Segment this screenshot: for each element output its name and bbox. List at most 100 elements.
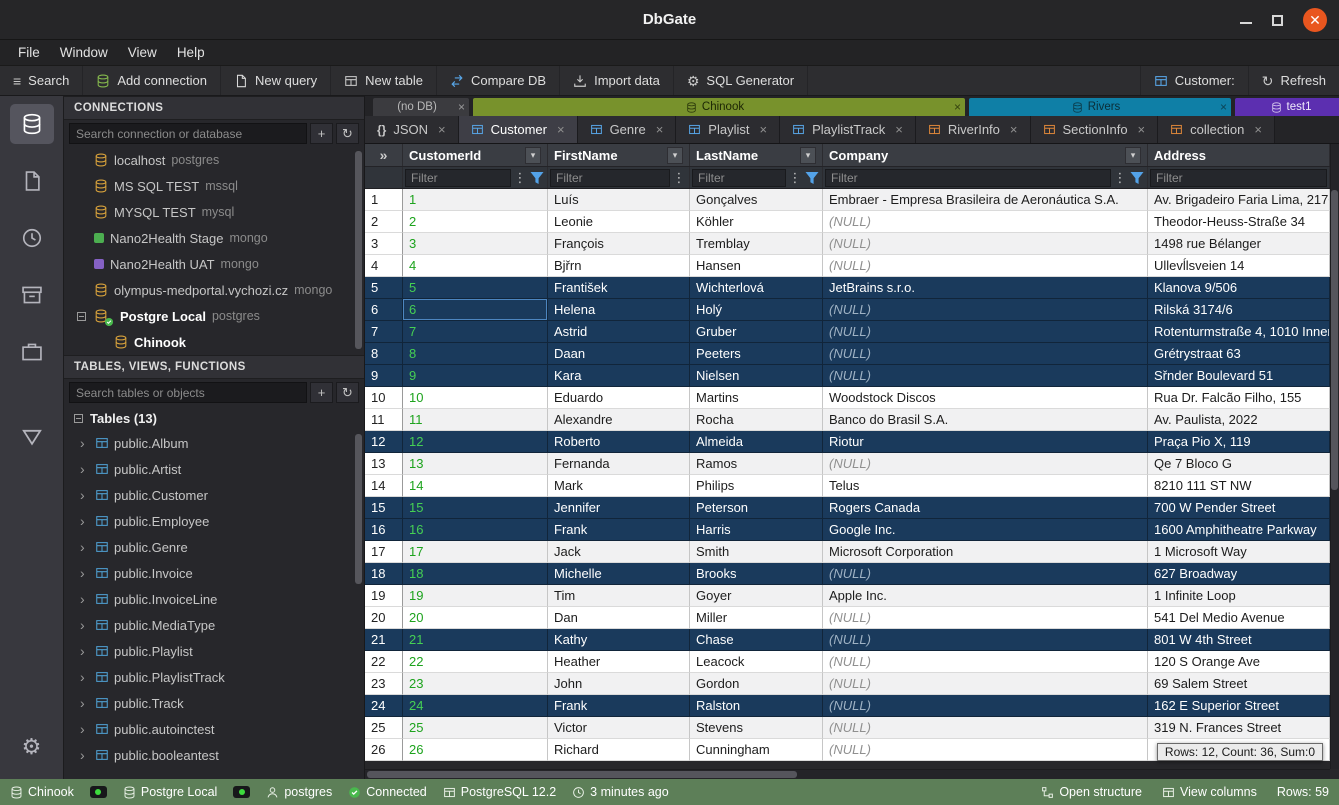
table-item-public-album[interactable]: ›public.Album — [64, 430, 364, 456]
row-number[interactable]: 7 — [365, 321, 403, 343]
minimize-button[interactable] — [1240, 22, 1252, 24]
grid-cell[interactable]: Jennifer — [548, 497, 690, 519]
grid-cell[interactable]: Rotenturmstraße 4, 1010 Innere Stadt — [1148, 321, 1330, 343]
filter-input-company[interactable] — [825, 169, 1111, 187]
row-number[interactable]: 24 — [365, 695, 403, 717]
grid-cell[interactable]: Gonçalves — [690, 189, 823, 211]
row-number[interactable]: 14 — [365, 475, 403, 497]
grid-cell[interactable]: (NULL) — [823, 233, 1148, 255]
file-tab-playlisttrack[interactable]: PlaylistTrack× — [780, 116, 916, 143]
column-header-company[interactable]: Company▾ — [823, 144, 1148, 166]
menu-item-file[interactable]: File — [8, 40, 50, 66]
row-number[interactable]: 2 — [365, 211, 403, 233]
grid-cell[interactable]: Köhler — [690, 211, 823, 233]
grid-cell[interactable]: 23 — [403, 673, 548, 695]
toolbar-button-add-connection[interactable]: Add connection — [83, 66, 221, 95]
file-tab-riverinfo[interactable]: RiverInfo× — [916, 116, 1031, 143]
file-tab-playlist[interactable]: Playlist× — [676, 116, 780, 143]
grid-cell[interactable]: Google Inc. — [823, 519, 1148, 541]
grid-cell[interactable]: Eduardo — [548, 387, 690, 409]
table-item-public-track[interactable]: ›public.Track — [64, 690, 364, 716]
activity-item-plugins[interactable] — [10, 332, 54, 372]
grid-cell[interactable]: Rocha — [690, 409, 823, 431]
grid-cell[interactable]: Grétrystraat 63 — [1148, 343, 1330, 365]
grid-cell[interactable]: Embraer - Empresa Brasileira de Aeronáut… — [823, 189, 1148, 211]
grid-cell[interactable]: Daan — [548, 343, 690, 365]
grid-cell[interactable]: Leacock — [690, 651, 823, 673]
grid-cell[interactable]: Av. Brigadeiro Faria Lima, 2170 — [1148, 189, 1330, 211]
grid-cell[interactable]: (NULL) — [823, 255, 1148, 277]
db-group-tab-test1[interactable]: test1× — [1235, 98, 1339, 116]
vertical-scrollbar-thumb[interactable] — [1331, 190, 1338, 490]
grid-cell[interactable]: (NULL) — [823, 629, 1148, 651]
grid-cell[interactable]: Luís — [548, 189, 690, 211]
grid-cell[interactable]: 16 — [403, 519, 548, 541]
filter-funnel-icon[interactable] — [1129, 169, 1145, 187]
add-connection-small-button[interactable]: + — [310, 123, 333, 144]
close-icon[interactable]: × — [438, 122, 446, 137]
table-item-public-invoiceline[interactable]: ›public.InvoiceLine — [64, 586, 364, 612]
add-table-small-button[interactable]: + — [310, 382, 333, 403]
activity-item-files[interactable] — [10, 161, 54, 201]
grid-cell[interactable]: Klanova 9/506 — [1148, 277, 1330, 299]
grid-cell[interactable]: Ullevĺlsveien 14 — [1148, 255, 1330, 277]
grid-cell[interactable]: 69 Salem Street — [1148, 673, 1330, 695]
grid-cell[interactable]: Peterson — [690, 497, 823, 519]
collapse-tables-icon[interactable] — [74, 414, 83, 423]
row-number[interactable]: 19 — [365, 585, 403, 607]
table-item-public-mediatype[interactable]: ›public.MediaType — [64, 612, 364, 638]
grid-cell[interactable]: Miller — [690, 607, 823, 629]
connection-item-nano2health-uat[interactable]: Nano2Health UATmongo — [64, 251, 364, 277]
row-number[interactable]: 17 — [365, 541, 403, 563]
grid-cell[interactable]: 541 Del Medio Avenue — [1148, 607, 1330, 629]
grid-cell[interactable]: 120 S Orange Ave — [1148, 651, 1330, 673]
toolbar-button-import-data[interactable]: Import data — [560, 66, 674, 95]
grid-cell[interactable]: Rua Dr. Falcão Filho, 155 — [1148, 387, 1330, 409]
grid-cell[interactable]: 5 — [403, 277, 548, 299]
grid-cell[interactable]: (NULL) — [823, 607, 1148, 629]
activity-item-archive[interactable] — [10, 275, 54, 315]
file-tab-json[interactable]: {}JSON× — [365, 116, 459, 143]
grid-cell[interactable]: 1 — [403, 189, 548, 211]
file-tab-genre[interactable]: Genre× — [578, 116, 677, 143]
row-number[interactable]: 13 — [365, 453, 403, 475]
row-number[interactable]: 11 — [365, 409, 403, 431]
activity-item-filter[interactable] — [10, 417, 54, 457]
connection-item-ms-sql-test[interactable]: MS SQL TESTmssql — [64, 173, 364, 199]
row-number[interactable]: 8 — [365, 343, 403, 365]
grid-cell[interactable]: 8 — [403, 343, 548, 365]
file-tab-customer[interactable]: Customer× — [459, 116, 578, 143]
grid-cell[interactable]: Harris — [690, 519, 823, 541]
collapse-connection-icon[interactable] — [74, 312, 88, 321]
grid-cell[interactable]: Cunningham — [690, 739, 823, 761]
grid-cell[interactable]: 2 — [403, 211, 548, 233]
file-tab-collection[interactable]: collection× — [1158, 116, 1275, 143]
grid-cell[interactable]: Mark — [548, 475, 690, 497]
table-item-public-customer[interactable]: ›public.Customer — [64, 482, 364, 508]
column-header-lastname[interactable]: LastName▾ — [690, 144, 823, 166]
grid-cell[interactable]: Astrid — [548, 321, 690, 343]
connection-item-localhost[interactable]: localhostpostgres — [64, 147, 364, 173]
grid-cell[interactable]: Telus — [823, 475, 1148, 497]
close-icon[interactable]: × — [954, 100, 961, 114]
grid-cell[interactable]: (NULL) — [823, 343, 1148, 365]
menu-item-help[interactable]: Help — [167, 40, 215, 66]
grid-cell[interactable]: Alexandre — [548, 409, 690, 431]
grid-cell[interactable]: 13 — [403, 453, 548, 475]
grid-cell[interactable]: 4 — [403, 255, 548, 277]
grid-cell[interactable]: (NULL) — [823, 321, 1148, 343]
grid-cell[interactable]: 22 — [403, 651, 548, 673]
grid-cell[interactable]: Holý — [690, 299, 823, 321]
grid-cell[interactable]: (NULL) — [823, 211, 1148, 233]
grid-cell[interactable]: 20 — [403, 607, 548, 629]
grid-cell[interactable]: 18 — [403, 563, 548, 585]
grid-cell[interactable]: Wichterlová — [690, 277, 823, 299]
table-item-public-artist[interactable]: ›public.Artist — [64, 456, 364, 482]
row-number[interactable]: 15 — [365, 497, 403, 519]
grid-cell[interactable]: (NULL) — [823, 695, 1148, 717]
grid-cell[interactable]: Qe 7 Bloco G — [1148, 453, 1330, 475]
grid-cell[interactable]: Frank — [548, 695, 690, 717]
tables-group-row[interactable]: Tables (13) — [64, 406, 364, 430]
grid-cell[interactable]: 14 — [403, 475, 548, 497]
connections-scrollbar-thumb[interactable] — [355, 151, 362, 349]
